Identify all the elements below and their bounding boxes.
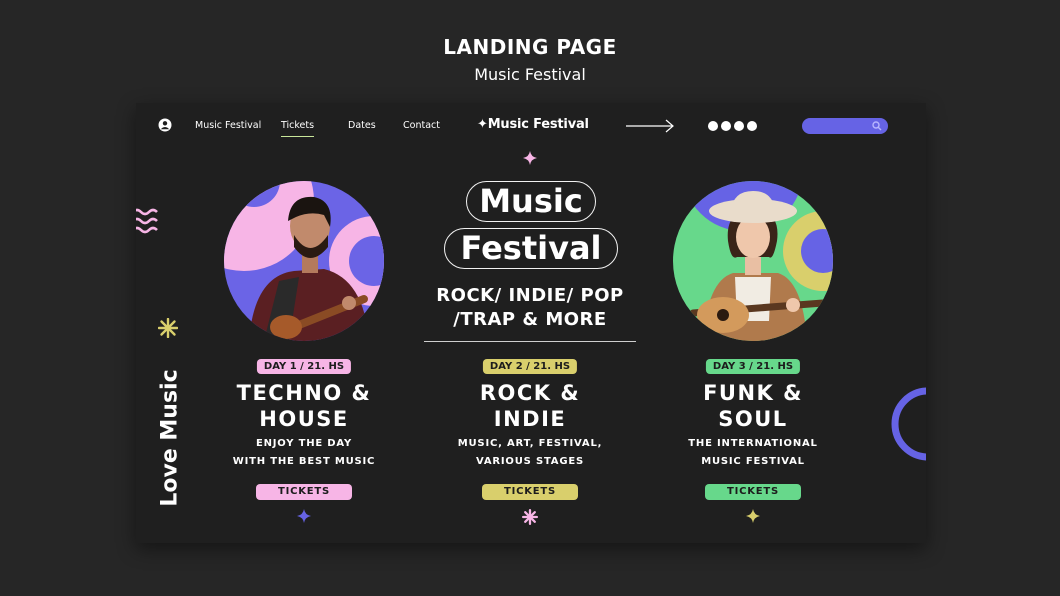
artist-photo-guitarist-man: [224, 181, 384, 341]
sparkle-icon: [746, 509, 760, 523]
page-subtitle: Music Festival: [474, 65, 586, 84]
event-description-line: THE INTERNATIONAL: [688, 438, 818, 449]
tickets-button[interactable]: TICKETS: [256, 484, 352, 500]
ring-decoration: [891, 387, 926, 461]
day-badge: DAY 1 / 21. HS: [256, 359, 352, 374]
genres-line: ROCK/ INDIE/ POP: [436, 285, 624, 306]
event-title: TECHNO & HOUSE: [199, 380, 409, 432]
hero-title-pill-2: Festival: [444, 228, 618, 269]
day-badge: DAY 3 / 21. HS: [705, 359, 801, 374]
brand-logo[interactable]: ✦Music Festival: [477, 117, 589, 132]
event-description-line: VARIOUS STAGES: [476, 456, 584, 467]
event-column-day-1: DAY 1 / 21. HS TECHNO & HOUSE ENJOY THE …: [199, 181, 409, 523]
sparkle-icon: [523, 151, 537, 165]
landing-page-mockup: Music Festival Tickets Dates Contact ✦Mu…: [136, 103, 926, 543]
nav-link-tickets[interactable]: Tickets: [281, 120, 315, 137]
vertical-tagline: Love Music: [157, 369, 183, 507]
genres-text: ROCK/ INDIE/ POP /TRAP & MORE: [416, 284, 644, 332]
artist-photo-guitarist-woman: [673, 181, 833, 341]
hero-title-pill-1: Music: [466, 181, 596, 222]
event-description: THE INTERNATIONAL MUSIC FESTIVAL: [648, 435, 858, 471]
user-icon[interactable]: [158, 118, 172, 132]
nav-link-dates[interactable]: Dates: [348, 120, 376, 131]
nav-link-music-festival[interactable]: Music Festival: [195, 120, 261, 131]
event-title-line: ROCK &: [479, 381, 581, 405]
search-icon[interactable]: [872, 121, 882, 131]
event-title-line: INDIE: [493, 407, 567, 431]
divider: [424, 341, 636, 342]
day-badge: DAY 2 / 21. HS: [482, 359, 578, 374]
event-description-line: WITH THE BEST MUSIC: [232, 456, 376, 467]
asterisk-icon: [158, 318, 178, 338]
event-title-line: HOUSE: [259, 407, 349, 431]
whatsapp-icon[interactable]: [747, 121, 757, 131]
event-description-line: MUSIC, ART, FESTIVAL,: [457, 438, 603, 449]
event-description: ENJOY THE DAY WITH THE BEST MUSIC: [199, 435, 409, 471]
event-title-line: SOUL: [718, 407, 788, 431]
genres-line: /TRAP & MORE: [453, 309, 607, 330]
search-input[interactable]: [802, 118, 888, 134]
instagram-icon[interactable]: [708, 121, 718, 131]
event-description: MUSIC, ART, FESTIVAL, VARIOUS STAGES: [425, 435, 635, 471]
nav-link-contact[interactable]: Contact: [403, 120, 440, 131]
event-description-line: MUSIC FESTIVAL: [701, 456, 805, 467]
event-title-line: FUNK &: [703, 381, 803, 405]
arrow-right-icon: [626, 119, 674, 133]
event-title: ROCK & INDIE: [425, 380, 635, 432]
page-title: LANDING PAGE: [443, 35, 617, 59]
sparkle-icon: [297, 509, 311, 523]
twitter-icon[interactable]: [734, 121, 744, 131]
event-description-line: ENJOY THE DAY: [255, 438, 352, 449]
event-title: FUNK & SOUL: [648, 380, 858, 432]
facebook-icon[interactable]: [721, 121, 731, 131]
waves-icon: [136, 208, 158, 234]
tickets-button[interactable]: TICKETS: [705, 484, 801, 500]
event-title-line: TECHNO &: [236, 381, 372, 405]
asterisk-icon: [522, 509, 538, 525]
social-links: [708, 121, 757, 131]
event-column-day-3: DAY 3 / 21. HS FUNK & SOUL THE INTERNATI…: [648, 181, 858, 523]
tickets-button[interactable]: TICKETS: [482, 484, 578, 500]
